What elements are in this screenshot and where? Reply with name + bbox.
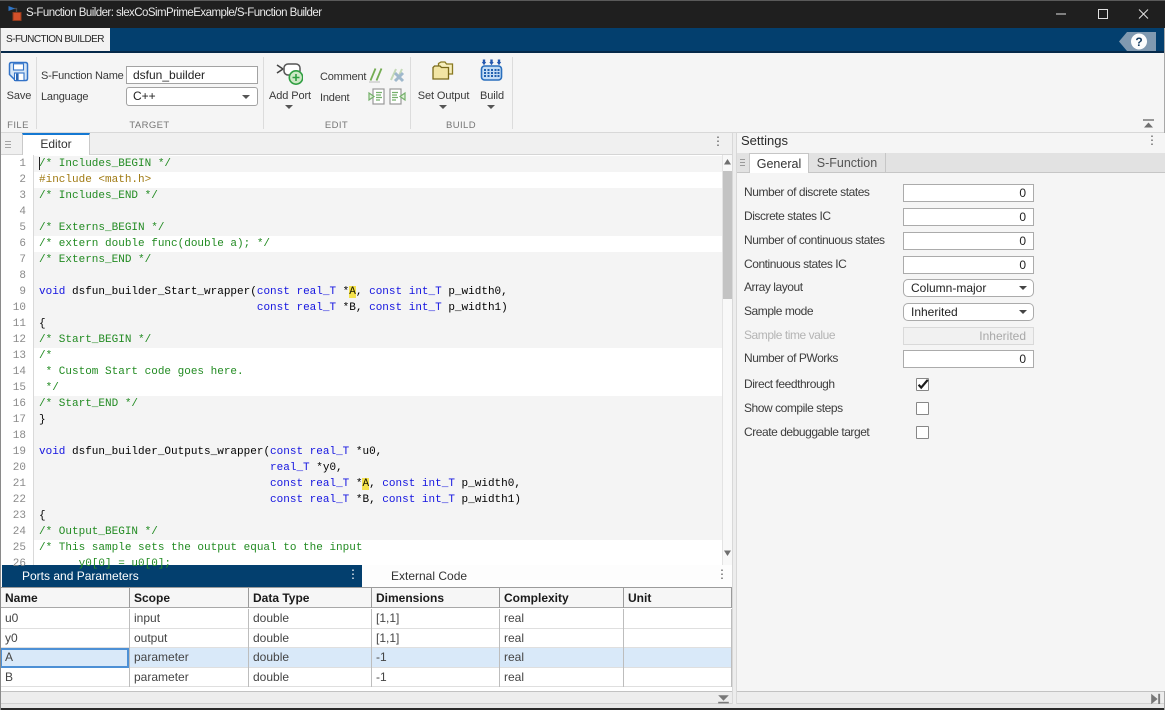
svg-text:?: ? bbox=[1135, 35, 1142, 49]
